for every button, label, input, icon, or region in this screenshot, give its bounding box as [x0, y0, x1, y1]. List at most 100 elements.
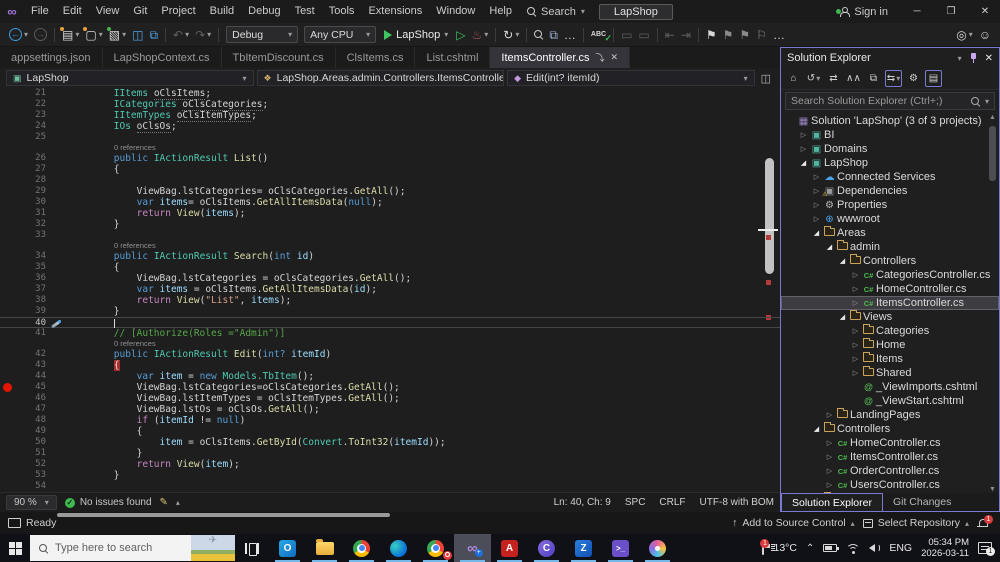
breakpoint-margin[interactable] — [0, 393, 16, 404]
add-item-icon[interactable]: ▧ ▾ — [106, 25, 129, 45]
notification-center-button[interactable]: 1 — [978, 542, 995, 556]
bookmark-next-icon[interactable]: ⚑ — [736, 25, 753, 45]
window-position-icon[interactable]: ▾ — [958, 54, 962, 63]
expanded-arrow-icon[interactable]: ◢ — [824, 243, 835, 251]
breakpoint-margin[interactable] — [0, 208, 16, 219]
outlook-taskbar-button[interactable]: O — [269, 534, 306, 562]
code-line-45[interactable]: 45 ViewBag.lstCategories=oClsCategories.… — [0, 382, 780, 393]
tree-item--viewstart-cshtml[interactable]: @ _ViewStart.cshtml — [781, 394, 999, 408]
tree-item-controllers[interactable]: ◢ Controllers — [781, 253, 999, 268]
live-share-icon[interactable]: ◎ ▾ — [953, 25, 976, 45]
switch-views-icon[interactable]: ⇄ — [825, 70, 842, 87]
expanded-arrow-icon[interactable]: ◢ — [837, 257, 848, 265]
breakpoint-margin[interactable] — [0, 251, 16, 262]
show-all-files-icon[interactable]: ⧉ — [865, 70, 882, 87]
collapsed-arrow-icon[interactable]: ▷ — [824, 481, 835, 489]
paint-3d-taskbar-button[interactable] — [639, 534, 676, 562]
collapsed-arrow-icon[interactable]: ▷ — [824, 467, 835, 475]
language-indicator[interactable]: ENG — [889, 542, 912, 554]
code-line-50[interactable]: 50 item = oClsItems.GetById(Convert.ToIn… — [0, 437, 780, 448]
solution-search-box[interactable]: ▾ — [785, 92, 995, 110]
codelens-references[interactable]: 0 references — [0, 339, 780, 349]
issues-indicator[interactable]: ✓ No issues found — [64, 497, 152, 508]
task-view-button[interactable] — [235, 534, 269, 562]
platform-dropdown[interactable]: Any CPU ▾ — [304, 26, 377, 43]
code-line-48[interactable]: 48 if (itemId != null) — [0, 415, 780, 426]
feedback-icon[interactable]: ☺ — [976, 25, 994, 45]
tree-item-items[interactable]: ▷ Items — [781, 351, 999, 366]
terminal-app-taskbar-button[interactable]: >_ — [602, 534, 639, 562]
code-line-53[interactable]: 53 } — [0, 470, 780, 481]
expanded-arrow-icon[interactable]: ◢ — [798, 159, 809, 167]
refresh-icon[interactable]: ↻ ▾ — [500, 25, 522, 45]
uncomment-icon[interactable]: ▭ — [635, 25, 652, 45]
tree-item--viewimports-cshtml[interactable]: @ _ViewImports.cshtml — [781, 380, 999, 394]
taskbar-search-box[interactable]: ✈ — [30, 535, 235, 561]
navigate-forward-icon[interactable]: → — [31, 25, 50, 45]
tree-item-categories[interactable]: ▷ Categories — [781, 323, 999, 338]
acrobat-taskbar-button[interactable]: A — [491, 534, 528, 562]
code-line-32[interactable]: 32 } — [0, 219, 780, 230]
breakpoint-margin[interactable] — [0, 153, 16, 164]
breakpoint-margin[interactable] — [0, 371, 16, 382]
tree-item-lapshop[interactable]: ◢ ▣ LapShop — [781, 156, 999, 170]
code-line-42[interactable]: 42 public IActionResult Edit(int? itemId… — [0, 349, 780, 360]
collapsed-arrow-icon[interactable]: ▷ — [811, 173, 822, 181]
code-line-43[interactable]: 43 { — [0, 360, 780, 371]
clock[interactable]: 05:34 PM 2026-03-11 — [921, 537, 969, 559]
tree-item-homecontroller-cs[interactable]: ▷ C# HomeController.cs — [781, 282, 999, 296]
indent-icon[interactable]: ⇥ — [678, 25, 694, 45]
code-line-47[interactable]: 47 ViewBag.lstOs = oClsOs.GetAll(); — [0, 404, 780, 415]
code-line-31[interactable]: 31 return View(items); — [0, 208, 780, 219]
volume-icon[interactable] — [869, 544, 881, 552]
home-icon[interactable]: ⌂ — [785, 70, 802, 87]
breakpoint-margin[interactable] — [0, 448, 16, 459]
code-line-36[interactable]: 36 ViewBag.lstCategories = oClsCategorie… — [0, 273, 780, 284]
code-line-29[interactable]: 29 ViewBag.lstCategories= oClsCategories… — [0, 186, 780, 197]
save-icon[interactable]: ◫ — [129, 25, 146, 45]
panel-header[interactable]: Solution Explorer ▾ ✕ — [781, 48, 999, 68]
member-dropdown[interactable]: ◆ Edit(int? itemId) ▾ — [507, 70, 755, 86]
collapsed-arrow-icon[interactable]: ▷ — [850, 369, 861, 377]
breakpoint-margin[interactable] — [0, 318, 16, 327]
undo-icon[interactable]: ↶ ▾ — [170, 25, 192, 45]
chevron-up-icon[interactable]: ▴ — [176, 498, 180, 507]
code-line-22[interactable]: 22 ICategories oClsCategories; — [0, 99, 780, 111]
menu-project[interactable]: Project — [154, 5, 202, 17]
tab-itemscontroller-cs[interactable]: ItemsController.cs ⤵ ✕ — [490, 47, 631, 68]
tree-item-bi[interactable]: ▷ ▣ BI — [781, 128, 999, 142]
code-line-46[interactable]: 46 ViewBag.lstItemTypes = oClsItemTypes.… — [0, 393, 780, 404]
spaces-indicator[interactable]: SPC — [625, 497, 646, 508]
encoding-indicator[interactable]: UTF-8 with BOM — [700, 497, 774, 508]
collapsed-arrow-icon[interactable]: ▷ — [798, 145, 809, 153]
line-ending-indicator[interactable]: CRLF — [659, 497, 685, 508]
tab-tbitemdiscount-cs[interactable]: TbItemDiscount.cs — [222, 47, 336, 68]
save-all-icon[interactable]: ⧉ — [146, 25, 161, 45]
code-line-44[interactable]: 44 var item = new Models.TbItem(); — [0, 371, 780, 382]
breakpoint-margin[interactable] — [0, 99, 16, 110]
menu-test[interactable]: Test — [288, 5, 322, 17]
line-column-indicator[interactable]: Ln: 40, Ch: 9 — [554, 497, 611, 508]
breakpoint-margin[interactable] — [0, 470, 16, 481]
breakpoint-margin[interactable] — [0, 306, 16, 317]
bookmark-prev-icon[interactable]: ⚑ — [720, 25, 737, 45]
code-line-37[interactable]: 37 var items = oClsItems.GetAllItemsData… — [0, 284, 780, 295]
run-button[interactable]: LapShop ▾ — [379, 29, 453, 41]
file-explorer-taskbar-button[interactable] — [306, 534, 343, 562]
code-line-34[interactable]: 34 public IActionResult Search(int id) — [0, 251, 780, 262]
tree-item-ordercontroller-cs[interactable]: ▷ C# OrderController.cs — [781, 464, 999, 478]
class-dropdown[interactable]: ❖ LapShop.Areas.admin.Controllers.ItemsC… — [256, 70, 505, 86]
menu-edit[interactable]: Edit — [56, 5, 89, 17]
code-line-33[interactable]: 33 — [0, 230, 780, 241]
panel-tab-git-changes[interactable]: Git Changes — [883, 493, 961, 511]
tree-item-itemscontroller-cs[interactable]: ▷ C# ItemsController.cs — [781, 450, 999, 464]
tree-item-solution-lapshop-3-of-3-projects-[interactable]: ▦ Solution 'LapShop' (3 of 3 projects) — [781, 114, 999, 128]
quick-actions-icon[interactable] — [51, 320, 61, 328]
navigate-back-icon[interactable]: ← ▾ — [6, 25, 31, 45]
menu-build[interactable]: Build — [203, 5, 241, 17]
collapsed-arrow-icon[interactable]: ▷ — [850, 341, 861, 349]
tree-item-itemscontroller-cs[interactable]: ▷ C# ItemsController.cs — [781, 296, 999, 310]
collapsed-arrow-icon[interactable]: ▷ — [850, 285, 861, 293]
code-line-24[interactable]: 24 IOs oClsOs; — [0, 121, 780, 133]
code-line-41[interactable]: 41 // [Authorize(Roles ="Admin")] — [0, 328, 780, 339]
